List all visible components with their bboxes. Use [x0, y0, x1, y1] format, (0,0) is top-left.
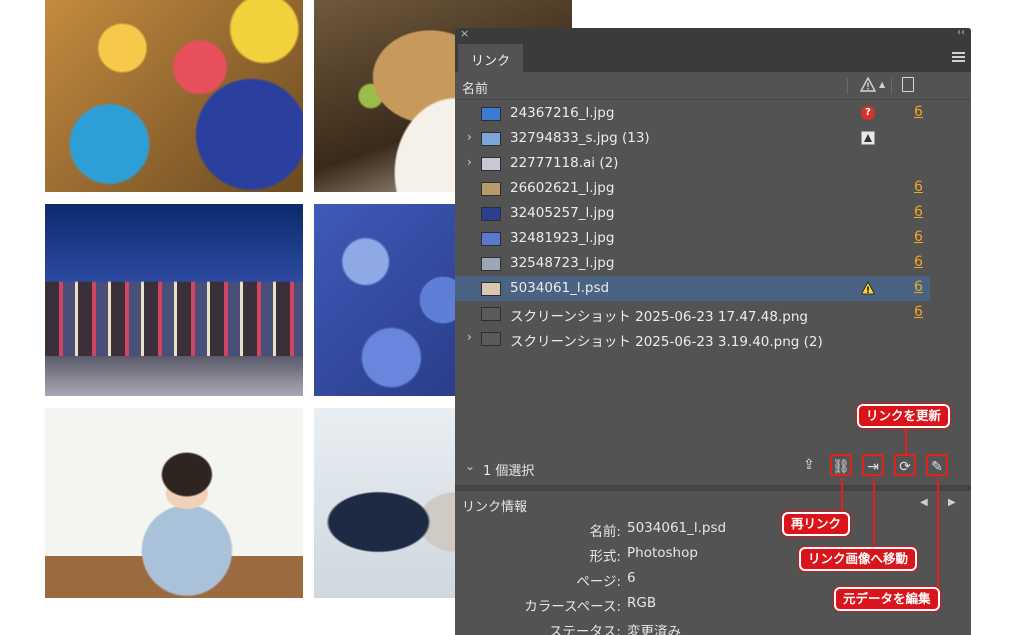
link-filename: 22777118.ai (2) — [510, 155, 619, 171]
link-thumbnail — [481, 307, 501, 321]
info-row-status: ステータス: 変更済み — [455, 618, 971, 635]
link-info-title: リンク情報 — [462, 500, 528, 515]
link-filename: 32548723_l.jpg — [510, 255, 615, 271]
link-row[interactable]: 5034061_l.psd! 6 — [455, 276, 930, 301]
next-link-icon[interactable]: ▶ — [948, 497, 956, 508]
link-thumbnail — [481, 207, 501, 221]
callout-relink: 再リンク — [782, 512, 851, 536]
link-filename: 32405257_l.jpg — [510, 205, 615, 221]
go-to-link-button[interactable]: ⇥ — [862, 454, 884, 476]
callout-update-link: リンクを更新 — [857, 404, 951, 428]
page-number-link[interactable]: 6 — [914, 229, 923, 245]
tab-links[interactable]: リンク — [458, 44, 523, 72]
link-row[interactable]: 26602621_l.jpg 6 — [455, 176, 930, 201]
selection-bar: ⌄ 1 個選択 ⇪ ⛓ ⇥ ⟳ ✎ — [455, 454, 971, 484]
column-header: 名前 ▲ — [455, 72, 971, 100]
previous-link-icon[interactable]: ◀ — [920, 497, 928, 508]
link-row[interactable]: › スクリーンショット 2025-06-23 3.19.40.png (2) — [455, 326, 930, 351]
photo-city-night[interactable] — [45, 204, 303, 396]
link-thumbnail — [481, 332, 501, 346]
missing-link-icon[interactable]: ? — [861, 106, 875, 120]
callout-leader — [873, 478, 875, 548]
info-key: ステータス: — [548, 624, 621, 635]
expand-chevron-icon[interactable]: › — [467, 155, 472, 169]
callout-edit-original: 元データを編集 — [834, 587, 940, 611]
info-key: 形式: — [589, 549, 621, 565]
collapse-icon[interactable]: ‹‹ — [957, 28, 965, 38]
page-number-link[interactable]: 6 — [914, 254, 923, 270]
page-number-link[interactable]: 6 — [914, 279, 923, 295]
page-number-link[interactable]: 6 — [914, 179, 923, 195]
modified-warning-glyph: ! — [866, 286, 870, 295]
panel-tab-bar: リンク — [455, 43, 971, 72]
callout-go-to-link: リンク画像へ移動 — [799, 547, 918, 571]
link-filename: 32481923_l.jpg — [510, 230, 615, 246]
callout-leader — [841, 478, 843, 514]
info-value: RGB — [627, 595, 657, 611]
link-row[interactable]: スクリーンショット 2025-06-23 17.47.48.png 6 — [455, 301, 930, 326]
links-panel: × ‹‹ リンク 名前 ▲ 24367216_l.jpg? 6 › 32794833_… — [455, 28, 971, 635]
callout-leader — [905, 425, 907, 456]
info-key: カラースペース: — [524, 599, 621, 615]
page-number-link[interactable]: 6 — [914, 304, 923, 320]
link-info-header: リンク情報 ◀ ▶ — [455, 491, 971, 519]
link-row[interactable]: 32405257_l.jpg 6 — [455, 201, 930, 226]
links-list: 24367216_l.jpg? 6 › 32794833_s.jpg (13) › 227… — [455, 101, 930, 351]
link-thumbnail — [481, 157, 501, 171]
edit-original-button[interactable]: ✎ — [926, 454, 948, 476]
callout-leader — [937, 478, 939, 588]
relink-button[interactable]: ⛓ — [830, 454, 852, 476]
info-value: 5034061_l.psd — [627, 520, 727, 536]
page-icon[interactable] — [902, 77, 914, 92]
chevron-down-icon[interactable]: ⌄ — [465, 459, 475, 473]
link-row[interactable]: › 22777118.ai (2) — [455, 151, 930, 176]
link-filename: 26602621_l.jpg — [510, 180, 615, 196]
column-name-header[interactable]: 名前 — [462, 78, 488, 97]
canvas: × ‹‹ リンク 名前 ▲ 24367216_l.jpg? 6 › 32794833_… — [0, 0, 1024, 635]
expand-chevron-icon[interactable]: › — [467, 330, 472, 344]
page-number-link[interactable]: 6 — [914, 104, 923, 120]
warning-triangle-icon[interactable] — [860, 77, 876, 93]
sort-ascending-icon[interactable]: ▲ — [879, 80, 885, 89]
info-value: 変更済み — [627, 624, 681, 635]
link-filename: 5034061_l.psd — [510, 280, 610, 296]
selection-count: 1 個選択 — [483, 464, 535, 479]
close-icon[interactable]: × — [460, 28, 469, 40]
embedded-icon — [861, 131, 875, 145]
link-row[interactable]: › 32794833_s.jpg (13) — [455, 126, 930, 151]
link-filename: スクリーンショット 2025-06-23 3.19.40.png (2) — [510, 334, 823, 350]
panel-title-bar: × ‹‹ — [455, 28, 971, 43]
link-row[interactable]: 24367216_l.jpg? 6 — [455, 101, 930, 126]
link-thumbnail — [481, 107, 501, 121]
link-thumbnail — [481, 232, 501, 246]
link-row[interactable]: 32481923_l.jpg 6 — [455, 226, 930, 251]
link-thumbnail — [481, 132, 501, 146]
modified-warning-icon[interactable]: ! — [861, 281, 875, 295]
expand-chevron-icon[interactable]: › — [467, 130, 472, 144]
update-link-button[interactable]: ⟳ — [894, 454, 916, 476]
info-value: 6 — [627, 570, 636, 586]
link-row[interactable]: 32548723_l.jpg 6 — [455, 251, 930, 276]
cc-libraries-link-icon[interactable]: ⇪ — [798, 454, 820, 476]
link-filename: 24367216_l.jpg — [510, 105, 615, 121]
link-thumbnail — [481, 182, 501, 196]
info-key: 名前: — [589, 524, 621, 540]
link-thumbnail — [481, 282, 501, 296]
link-thumbnail — [481, 257, 501, 271]
link-info: 名前: 5034061_l.psd 形式: Photoshop ページ: 6 カ… — [455, 518, 971, 635]
column-divider — [847, 78, 848, 94]
page-number-link[interactable]: 6 — [914, 204, 923, 220]
photo-paper-fans[interactable] — [45, 0, 303, 192]
link-filename: スクリーンショット 2025-06-23 17.47.48.png — [510, 309, 808, 325]
info-row-name: 名前: 5034061_l.psd — [455, 518, 971, 543]
photo-woman-reading[interactable] — [45, 408, 303, 598]
hamburger-menu-icon[interactable] — [952, 52, 965, 62]
column-divider — [891, 78, 892, 94]
info-value: Photoshop — [627, 545, 698, 561]
info-key: ページ: — [576, 574, 621, 590]
link-filename: 32794833_s.jpg (13) — [510, 130, 650, 146]
